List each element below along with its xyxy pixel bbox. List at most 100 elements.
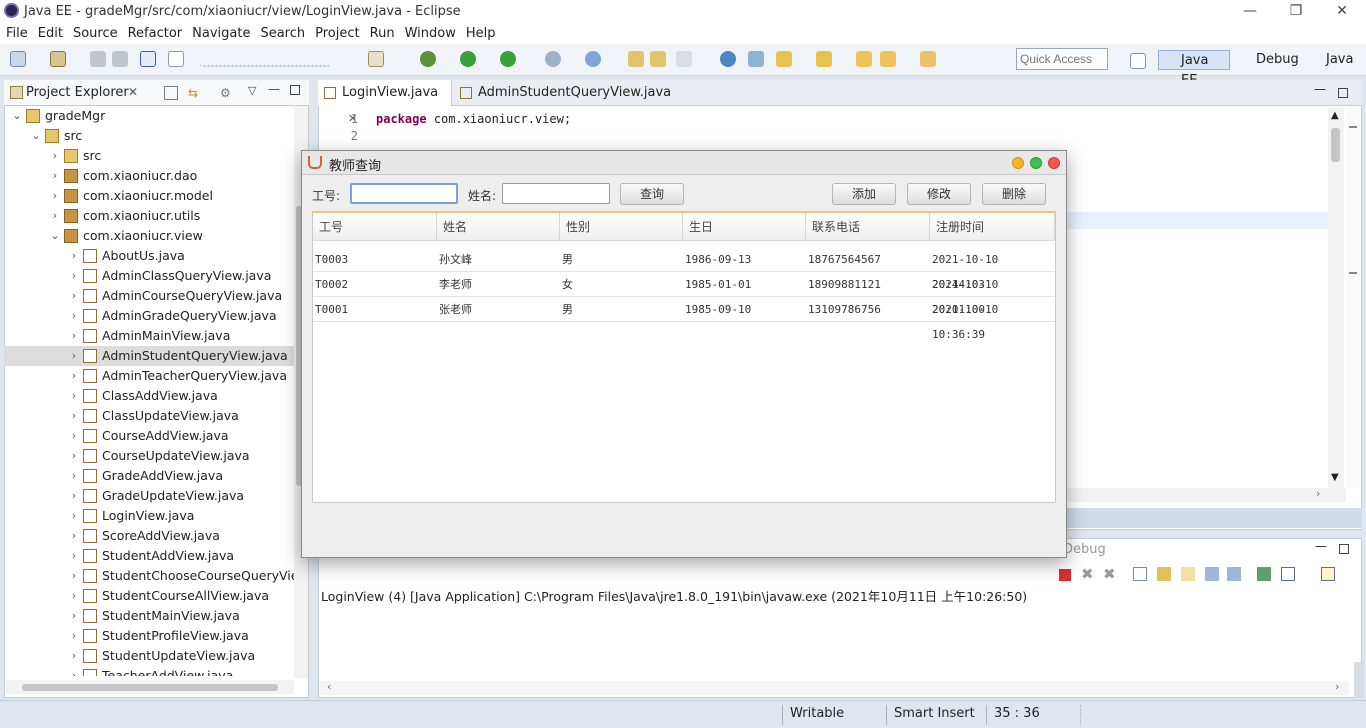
menu-item[interactable]: Window xyxy=(405,26,456,41)
tree-item[interactable]: ⌄ gradeMgr xyxy=(4,106,294,126)
skip-breakpoints-icon[interactable] xyxy=(168,51,184,67)
close-view-icon[interactable]: ✕ xyxy=(128,85,138,99)
chevron-right-icon[interactable]: › xyxy=(69,346,79,366)
chevron-right-icon[interactable]: › xyxy=(69,486,79,506)
column-header[interactable]: 注册时间 xyxy=(930,213,1055,241)
pin-console-icon[interactable] xyxy=(1257,567,1271,581)
chevron-right-icon[interactable]: › xyxy=(69,466,79,486)
debug-icon[interactable] xyxy=(420,51,436,67)
chevron-down-icon[interactable]: ⌄ xyxy=(12,106,22,126)
tree-hscroll-thumb[interactable] xyxy=(22,684,278,691)
chevron-right-icon[interactable]: › xyxy=(69,626,79,646)
remove-launch-icon[interactable]: ✖ xyxy=(1081,565,1094,583)
filter-icon[interactable]: ⚙ xyxy=(220,86,231,100)
close-button[interactable]: ✕ xyxy=(1319,2,1365,20)
scroll-right-icon[interactable]: › xyxy=(1335,680,1339,693)
new-icon[interactable] xyxy=(10,51,26,67)
maximize-view-icon[interactable] xyxy=(290,85,300,95)
tree-item[interactable]: › GradeAddView.java xyxy=(4,466,294,486)
annotation-icon[interactable] xyxy=(748,51,764,67)
tree-horizontal-scrollbar[interactable] xyxy=(6,680,294,694)
open-task-icon[interactable] xyxy=(650,51,666,67)
chevron-right-icon[interactable]: › xyxy=(69,246,79,266)
scroll-left-icon[interactable]: ‹ xyxy=(327,680,331,693)
editor-horizontal-scrollbar[interactable]: › xyxy=(1066,487,1346,502)
collapse-all-icon[interactable] xyxy=(164,86,178,100)
perspective-java[interactable]: Java xyxy=(1306,50,1353,70)
word-wrap-icon[interactable] xyxy=(1181,567,1195,581)
chevron-right-icon[interactable]: › xyxy=(69,666,79,676)
display-console-icon[interactable] xyxy=(1281,567,1295,581)
tree-item[interactable]: › ClassAddView.java xyxy=(4,386,294,406)
menu-item[interactable]: Navigate xyxy=(192,26,250,41)
table-row[interactable]: T0003 孙文峰 男 1986-09-13 18767564567 2021-10-10… xyxy=(313,247,1055,291)
tree-item[interactable]: › ClassUpdateView.java xyxy=(4,406,294,426)
column-header[interactable]: 性别 xyxy=(560,213,683,241)
chevron-right-icon[interactable]: › xyxy=(69,386,79,406)
chevron-right-icon[interactable]: › xyxy=(50,146,60,166)
chevron-right-icon[interactable]: › xyxy=(69,366,79,386)
clear-console-icon[interactable] xyxy=(1133,567,1147,581)
tree-item[interactable]: › StudentChooseCourseQueryView xyxy=(4,566,294,586)
tree-item[interactable]: › StudentUpdateView.java xyxy=(4,646,294,666)
table-row[interactable]: T0002 李老师 女 1985-01-01 18909881121 2021-10-10… xyxy=(313,272,1055,316)
scroll-up-icon[interactable]: ▲ xyxy=(1331,110,1339,121)
perspective-debug[interactable]: Debug xyxy=(1236,50,1299,70)
column-header[interactable]: 联系电话 xyxy=(806,213,930,241)
save-all-icon[interactable] xyxy=(112,51,128,67)
tree-item[interactable]: › AdminStudentQueryView.java xyxy=(4,346,294,366)
chevron-right-icon[interactable]: › xyxy=(69,266,79,286)
console-icon[interactable] xyxy=(140,51,156,67)
terminate-icon[interactable] xyxy=(1059,569,1071,581)
menu-item[interactable]: Edit xyxy=(38,26,63,41)
open-type-icon[interactable] xyxy=(628,51,644,67)
maximize-dot-icon[interactable] xyxy=(1030,157,1042,169)
tree-item[interactable]: › AdminClassQueryView.java xyxy=(4,266,294,286)
tree-item[interactable]: › GradeUpdateView.java xyxy=(4,486,294,506)
scroll-lock-icon[interactable] xyxy=(1157,567,1171,581)
close-dot-icon[interactable] xyxy=(1048,157,1060,169)
menu-item[interactable]: Run xyxy=(370,26,395,41)
dialog-titlebar[interactable]: 教师查询 xyxy=(302,151,1066,175)
minimize-dot-icon[interactable] xyxy=(1012,157,1024,169)
chevron-right-icon[interactable]: › xyxy=(69,326,79,346)
console-tab-partial[interactable]: Debug xyxy=(1063,542,1106,557)
chevron-right-icon[interactable]: › xyxy=(69,646,79,666)
open-console-icon[interactable] xyxy=(1321,567,1335,581)
editor-vertical-scrollbar[interactable]: ▲ ▼ xyxy=(1328,108,1344,488)
chevron-right-icon[interactable]: › xyxy=(69,306,79,326)
editor-scroll-thumb[interactable] xyxy=(1331,128,1340,162)
maximize-editor-icon[interactable] xyxy=(1338,88,1348,98)
chevron-right-icon[interactable]: › xyxy=(69,406,79,426)
view-menu-icon[interactable]: ▽ xyxy=(248,84,256,97)
link-editor-icon[interactable]: ⇆ xyxy=(188,86,198,100)
search-icon[interactable] xyxy=(676,51,692,67)
tree-item[interactable]: › CourseUpdateView.java xyxy=(4,446,294,466)
back-icon[interactable] xyxy=(880,51,896,67)
query-button[interactable]: 查询 xyxy=(620,183,684,205)
tree-item[interactable]: › AboutUs.java xyxy=(4,246,294,266)
run-icon[interactable] xyxy=(460,51,476,67)
chevron-right-icon[interactable]: › xyxy=(69,526,79,546)
column-header[interactable]: 生日 xyxy=(683,213,806,241)
tree-item[interactable]: › StudentAddView.java xyxy=(4,546,294,566)
menu-item[interactable]: File xyxy=(6,26,28,41)
coverage-icon[interactable] xyxy=(500,51,516,67)
perspective-java-ee[interactable]: Java EE xyxy=(1158,50,1230,88)
tree-item[interactable]: › CourseAddView.java xyxy=(4,426,294,446)
tree-item[interactable]: ⌄ src xyxy=(4,126,294,146)
tree-item[interactable]: › StudentMainView.java xyxy=(4,606,294,626)
tree-item[interactable]: › ScoreAddView.java xyxy=(4,526,294,546)
teacher-id-input[interactable] xyxy=(350,183,458,204)
show-stderr-icon[interactable] xyxy=(1227,567,1241,581)
tree-item[interactable]: › StudentCourseAllView.java xyxy=(4,586,294,606)
console-hscroll[interactable]: ‹ › xyxy=(319,680,1349,695)
tree-item[interactable]: › AdminCourseQueryView.java xyxy=(4,286,294,306)
chevron-right-icon[interactable]: › xyxy=(69,546,79,566)
scroll-down-icon[interactable]: ▼ xyxy=(1331,472,1339,483)
show-stdout-icon[interactable] xyxy=(1205,567,1219,581)
menu-item[interactable]: Source xyxy=(73,26,118,41)
chevron-right-icon[interactable]: › xyxy=(69,286,79,306)
forward-icon[interactable] xyxy=(920,51,936,67)
debug-controls-icon[interactable] xyxy=(200,51,330,67)
